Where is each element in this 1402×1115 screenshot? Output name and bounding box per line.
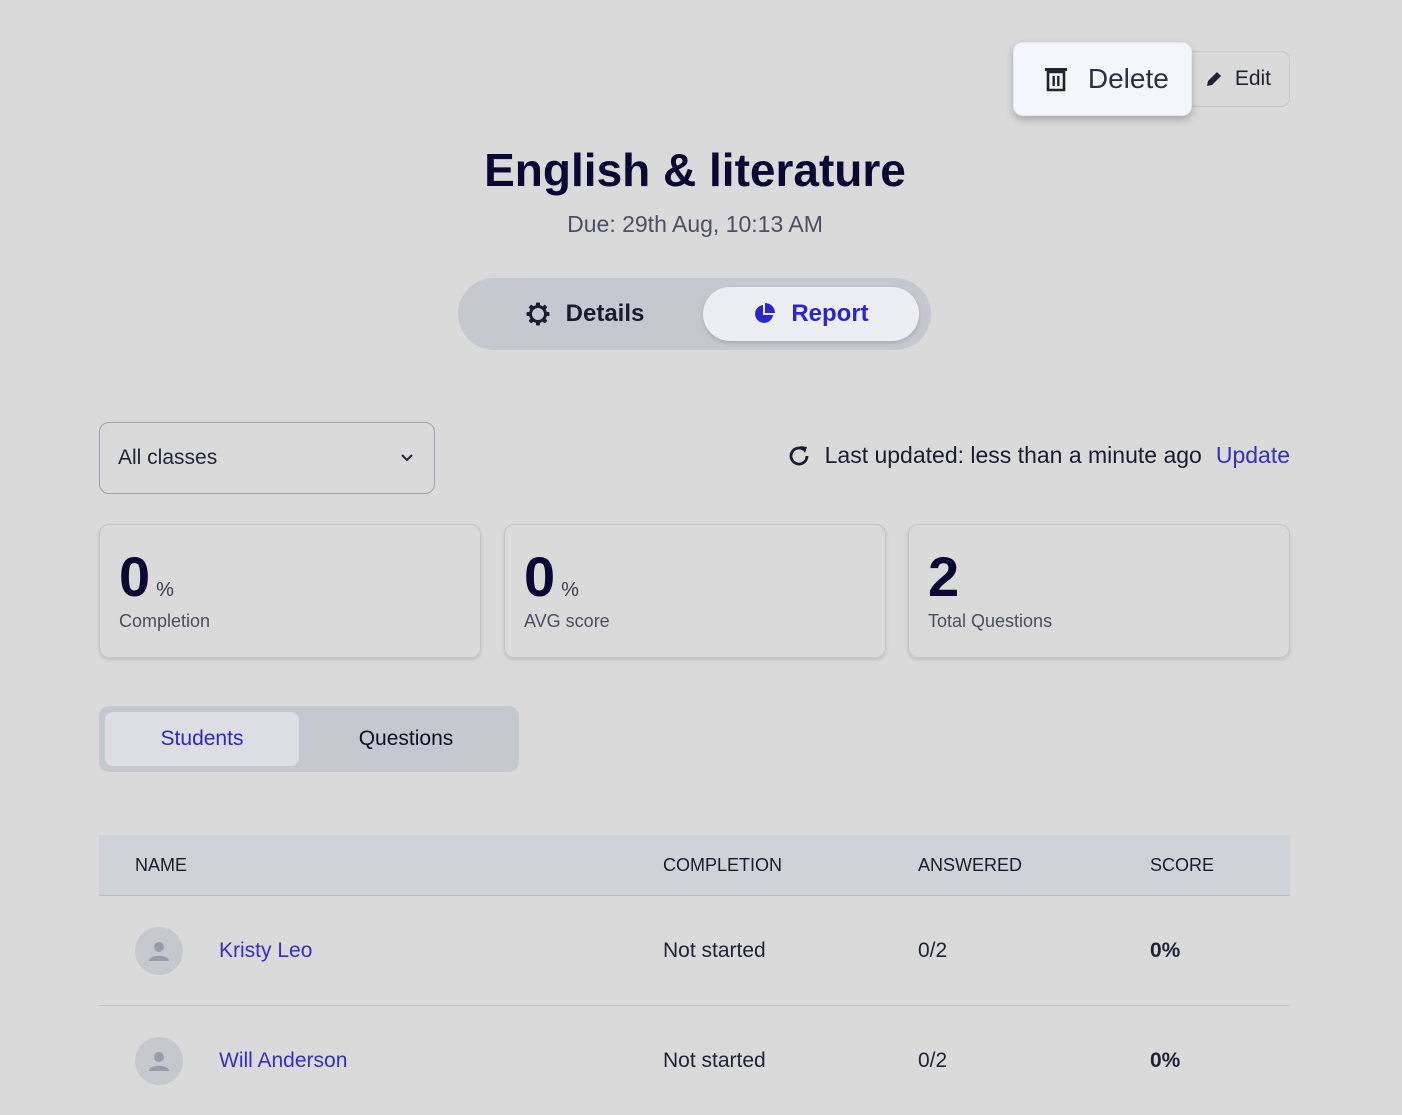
- column-header-name[interactable]: NAME: [99, 855, 663, 876]
- tab-students[interactable]: Students: [105, 712, 299, 766]
- tab-questions[interactable]: Questions: [299, 712, 513, 766]
- answered-cell: 0/2: [918, 1048, 948, 1072]
- name-cell: Kristy Leo: [99, 926, 663, 975]
- delete-button[interactable]: Delete: [1012, 42, 1192, 116]
- stat-unit: %: [156, 579, 174, 601]
- table-row[interactable]: Kristy Leo Not started 0/2 0%: [99, 896, 1290, 1006]
- refresh-icon: [787, 444, 811, 468]
- table-row[interactable]: Will Anderson Not started 0/2 0%: [99, 1006, 1290, 1115]
- stat-number: 0: [119, 545, 151, 608]
- stat-number: 2: [928, 545, 960, 608]
- gear-icon: [526, 302, 550, 326]
- avatar: [135, 1036, 183, 1085]
- name-cell: Will Anderson: [99, 1036, 663, 1085]
- assignment-report-page: Delete Edit English & literature Due: 29…: [0, 0, 1402, 1115]
- last-updated-text: Last updated: less than a minute ago: [824, 442, 1202, 468]
- completion-cell: Not started: [663, 1048, 766, 1072]
- tab-details[interactable]: Details: [467, 287, 703, 341]
- tab-report[interactable]: Report: [703, 287, 919, 341]
- stat-card-total-questions: 2 Total Questions: [908, 524, 1290, 658]
- view-switch: Details Report: [458, 278, 931, 350]
- edit-label: Edit: [1234, 67, 1271, 90]
- tab-details-label: Details: [565, 300, 645, 327]
- list-tabs: Students Questions: [99, 706, 519, 772]
- completion-cell: Not started: [663, 938, 766, 962]
- stat-label: AVG score: [524, 611, 610, 631]
- class-select-value: All classes: [118, 446, 218, 469]
- student-name-link[interactable]: Kristy Leo: [219, 939, 312, 963]
- answered-cell: 0/2: [918, 938, 948, 962]
- user-icon: [147, 1049, 171, 1073]
- update-link[interactable]: Update: [1216, 442, 1290, 469]
- delete-label: Delete: [1087, 63, 1169, 94]
- stat-unit: %: [561, 579, 579, 601]
- trash-icon: [1044, 66, 1068, 92]
- stat-label: Total Questions: [928, 611, 1053, 631]
- students-table: NAME COMPLETION ANSWERED SCORE Kristy Le…: [99, 835, 1290, 1115]
- column-header-score[interactable]: SCORE: [1150, 855, 1290, 876]
- due-date: Due: 29th Aug, 10:13 AM: [567, 211, 823, 237]
- score-cell: 0%: [1150, 1048, 1181, 1072]
- score-cell: 0%: [1150, 938, 1181, 962]
- stat-number: 0: [524, 545, 556, 608]
- stat-card-avg-score: 0 % AVG score: [504, 524, 886, 658]
- pencil-icon: [1205, 70, 1223, 88]
- student-name-link[interactable]: Will Anderson: [219, 1049, 347, 1073]
- stat-value: 2: [928, 549, 1289, 605]
- tab-report-label: Report: [791, 300, 869, 327]
- stat-label: Completion: [119, 611, 211, 631]
- page-title: English & literature: [484, 144, 906, 196]
- column-header-answered[interactable]: ANSWERED: [918, 855, 1150, 876]
- avatar: [135, 926, 183, 975]
- stat-value: 0 %: [119, 549, 480, 605]
- table-header: NAME COMPLETION ANSWERED SCORE: [99, 835, 1290, 896]
- stat-card-completion: 0 % Completion: [99, 524, 481, 658]
- column-header-completion[interactable]: COMPLETION: [663, 855, 918, 876]
- assignment-actions: Delete Edit: [1012, 42, 1290, 116]
- last-updated: Last updated: less than a minute ago Upd…: [787, 442, 1290, 469]
- pie-chart-icon: [753, 303, 776, 325]
- chevron-down-icon: [400, 453, 414, 463]
- stat-value: 0 %: [524, 549, 885, 605]
- user-icon: [147, 939, 171, 963]
- class-select[interactable]: All classes: [99, 422, 435, 494]
